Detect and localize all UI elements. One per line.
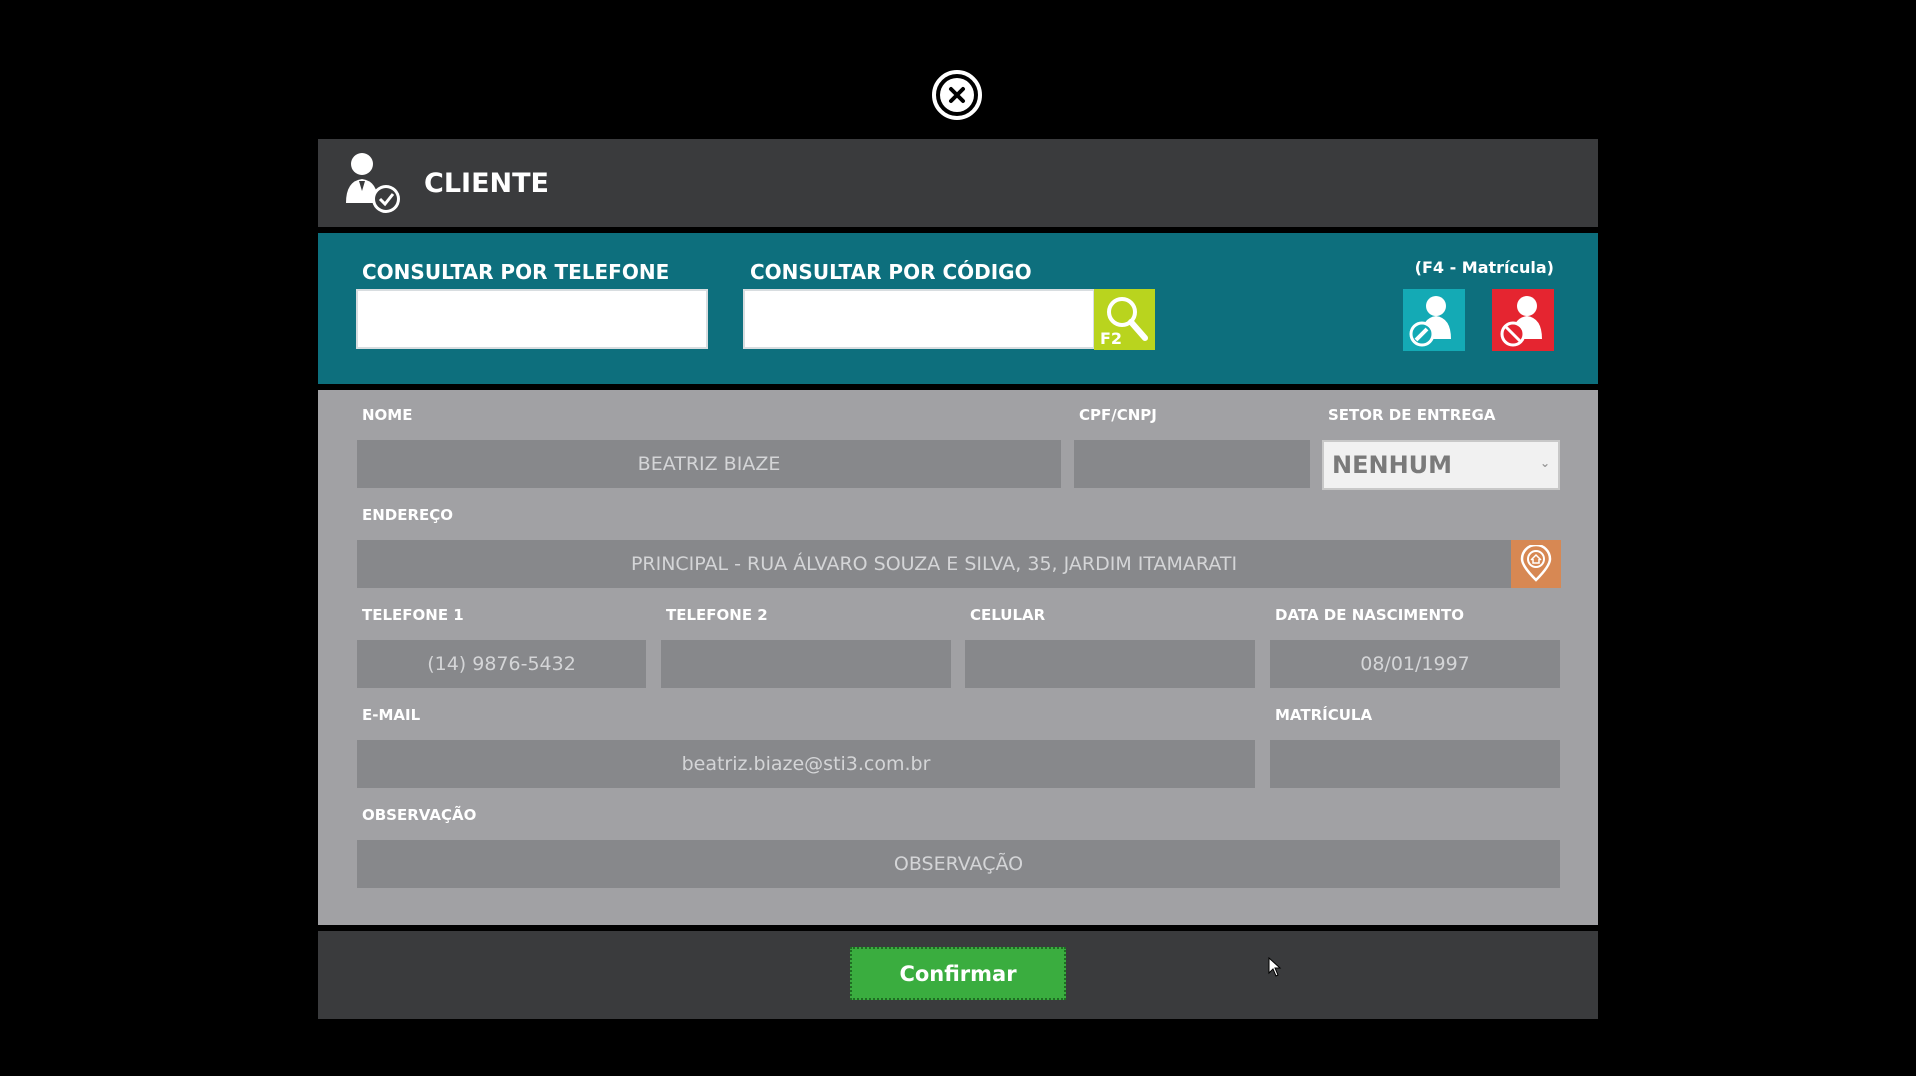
f2-search-button[interactable]: F2: [1094, 289, 1155, 350]
setor-label: SETOR DE ENTREGA: [1328, 406, 1496, 424]
observacao-field[interactable]: OBSERVAÇÃO: [357, 840, 1560, 888]
telefone1-label: TELEFONE 1: [362, 606, 464, 624]
nome-field[interactable]: BEATRIZ BIAZE: [357, 440, 1061, 488]
matricula-label: MATRÍCULA: [1275, 706, 1373, 724]
user-check-icon: [344, 151, 404, 215]
endereco-field[interactable]: PRINCIPAL - RUA ÁLVARO SOUZA E SILVA, 35…: [357, 540, 1511, 588]
code-search-label: CONSULTAR POR CÓDIGO: [750, 260, 1032, 284]
address-map-button[interactable]: [1511, 540, 1561, 588]
confirm-button[interactable]: Confirmar: [850, 947, 1066, 1000]
email-field[interactable]: beatriz.biaze@sti3.com.br: [357, 740, 1255, 788]
user-block-icon: [1500, 296, 1542, 347]
telefone2-label: TELEFONE 2: [666, 606, 768, 624]
user-edit-icon: [1409, 296, 1451, 347]
f2-label: F2: [1100, 329, 1123, 348]
setor-select[interactable]: NENHUM ⌄: [1322, 440, 1560, 490]
client-dialog: CLIENTE CONSULTAR POR TELEFONE CONSULTAR…: [318, 139, 1598, 1019]
chevron-down-icon: ⌄: [1539, 456, 1550, 470]
close-icon: [940, 78, 974, 112]
mouse-cursor-icon: [1268, 956, 1282, 981]
telefone1-field[interactable]: (14) 9876-5432: [357, 640, 646, 688]
f4-hint: (F4 - Matrícula): [1414, 258, 1554, 277]
code-search-input[interactable]: [743, 289, 1095, 349]
observacao-label: OBSERVAÇÃO: [362, 806, 477, 824]
phone-search-label: CONSULTAR POR TELEFONE: [362, 260, 670, 284]
endereco-label: ENDEREÇO: [362, 506, 454, 524]
setor-value: NENHUM: [1332, 451, 1453, 479]
nome-label: NOME: [362, 406, 413, 424]
dialog-header: CLIENTE: [318, 139, 1598, 227]
phone-search-input[interactable]: [356, 289, 708, 349]
location-pin-icon: [1520, 545, 1552, 582]
telefone2-field[interactable]: [661, 640, 951, 688]
client-form: NOME BEATRIZ BIAZE CPF/CNPJ SETOR DE ENT…: [318, 390, 1598, 925]
email-label: E-MAIL: [362, 706, 421, 724]
celular-label: CELULAR: [970, 606, 1046, 624]
cpf-label: CPF/CNPJ: [1079, 406, 1157, 424]
dialog-title: CLIENTE: [424, 167, 549, 199]
celular-field[interactable]: [965, 640, 1255, 688]
close-button[interactable]: [932, 70, 982, 120]
cpf-field[interactable]: [1074, 440, 1310, 488]
matricula-field[interactable]: [1270, 740, 1560, 788]
nascimento-field[interactable]: 08/01/1997: [1270, 640, 1560, 688]
remove-client-button[interactable]: [1492, 289, 1554, 351]
dialog-footer: Confirmar: [318, 931, 1598, 1019]
nascimento-label: DATA DE NASCIMENTO: [1275, 606, 1464, 624]
search-panel: CONSULTAR POR TELEFONE CONSULTAR POR CÓD…: [318, 233, 1598, 384]
edit-client-button[interactable]: [1403, 289, 1465, 351]
